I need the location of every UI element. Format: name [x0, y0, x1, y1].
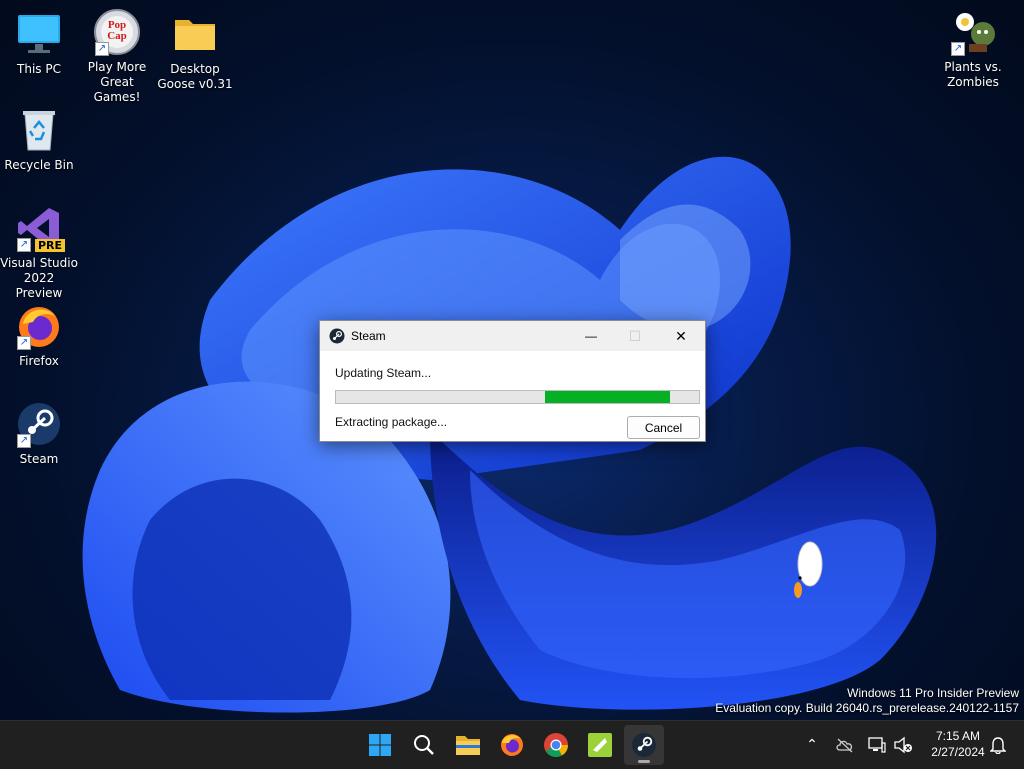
watermark-edition: Windows 11 Pro Insider Preview: [847, 686, 1019, 700]
maximize-button: ☐: [612, 321, 658, 351]
desktop-icon-label: Steam: [19, 452, 59, 466]
volume-muted-icon: [894, 736, 912, 754]
tray-volume[interactable]: [890, 721, 916, 769]
desktop-icon-firefox[interactable]: ↗ Firefox: [0, 302, 78, 369]
desktop-icon-desktop-goose[interactable]: Desktop Goose v0.31: [156, 10, 234, 92]
visual-studio-icon: PRE ↗: [15, 204, 65, 252]
desktop-icon-label: Desktop Goose v0.31: [157, 62, 233, 91]
dialog-title: Steam: [351, 329, 386, 343]
desktop-icon-plants-vs-zombies[interactable]: ↗ Plants vs. Zombies: [934, 8, 1012, 90]
tray-network[interactable]: [864, 721, 890, 769]
update-progress-bar: [335, 390, 700, 404]
taskbar-steam[interactable]: [624, 725, 664, 765]
firefox-icon: [501, 734, 523, 756]
desktop-icon-recycle-bin[interactable]: Recycle Bin: [0, 106, 78, 173]
desktop-icon-this-pc[interactable]: This PC: [0, 10, 78, 77]
chevron-up-icon: ⌃: [806, 737, 818, 753]
shortcut-arrow-icon: ↗: [17, 336, 31, 350]
firefox-icon: ↗: [15, 302, 63, 350]
popcap-icon: Pop Cap ↗: [93, 8, 141, 56]
taskbar-chrome[interactable]: [536, 725, 576, 765]
network-icon: [868, 737, 886, 753]
progress-fill: [544, 391, 670, 403]
recycle-bin-icon: [15, 106, 63, 154]
close-button[interactable]: ✕: [658, 321, 704, 351]
update-substatus-text: Extracting package...: [335, 415, 448, 429]
watermark-build: Evaluation copy. Build 26040.rs_prerelea…: [715, 701, 1019, 715]
popcap-logo-text: Pop Cap: [107, 19, 127, 42]
taskbar: ⌃ 7:15 AM 2/27/2024: [0, 720, 1024, 769]
tray-overflow-button[interactable]: ⌃: [800, 721, 824, 769]
desktop-goose-icon: [588, 733, 612, 757]
cancel-button[interactable]: Cancel: [627, 416, 700, 439]
taskbar-start[interactable]: [360, 725, 400, 765]
chrome-icon: [544, 733, 568, 758]
cloud-offline-icon: [836, 738, 853, 753]
search-icon: [414, 735, 434, 755]
steam-icon: ↗: [15, 400, 63, 448]
minimize-icon: —: [585, 329, 597, 343]
tray-notifications[interactable]: [986, 721, 1010, 769]
shortcut-arrow-icon: ↗: [17, 238, 31, 252]
desktop-icon-visual-studio[interactable]: PRE ↗ Visual Studio 2022 Preview: [0, 204, 78, 301]
desktop-icon-steam[interactable]: ↗ Steam: [0, 400, 78, 467]
start-icon: [369, 734, 391, 756]
taskbar-file-explorer[interactable]: [448, 725, 488, 765]
dialog-titlebar[interactable]: Steam — ☐ ✕: [320, 321, 705, 351]
desktop-icon-label: Visual Studio 2022 Preview: [0, 256, 78, 300]
os-watermark: Windows 11 Pro Insider Preview Evaluatio…: [715, 686, 1019, 716]
goose-icon[interactable]: [786, 538, 830, 602]
shortcut-arrow-icon: ↗: [17, 434, 31, 448]
tray-onedrive[interactable]: [832, 721, 858, 769]
minimize-button[interactable]: —: [568, 321, 614, 351]
desktop-icon-popcap[interactable]: Pop Cap ↗ Play More Great Games!: [78, 8, 156, 105]
preview-badge: PRE: [34, 239, 65, 252]
shortcut-arrow-icon: ↗: [95, 42, 109, 56]
close-icon: ✕: [675, 327, 687, 344]
folder-icon: [171, 10, 219, 58]
taskbar-search[interactable]: [404, 725, 444, 765]
steam-update-dialog: Steam — ☐ ✕ Updating Steam... Extracting…: [319, 320, 706, 442]
taskbar-desktop-goose[interactable]: [580, 725, 620, 765]
steam-icon: [632, 733, 656, 757]
desktop-icon-label: This PC: [17, 62, 61, 76]
shortcut-arrow-icon: ↗: [951, 42, 965, 56]
desktop-icon-label: Firefox: [19, 354, 59, 368]
update-status-text: Updating Steam...: [335, 366, 432, 380]
file-explorer-icon: [456, 736, 480, 755]
steam-logo-icon: [329, 328, 345, 344]
taskbar-firefox[interactable]: [492, 725, 532, 765]
bell-icon: [990, 737, 1006, 754]
plants-vs-zombies-icon: ↗: [949, 8, 997, 56]
desktop-icon-label: Recycle Bin: [4, 158, 74, 172]
maximize-icon: ☐: [628, 327, 642, 344]
desktop-icon-label: Plants vs. Zombies: [944, 60, 1002, 89]
monitor-icon: [15, 10, 63, 58]
desktop-icon-label: Play More Great Games!: [87, 60, 147, 104]
